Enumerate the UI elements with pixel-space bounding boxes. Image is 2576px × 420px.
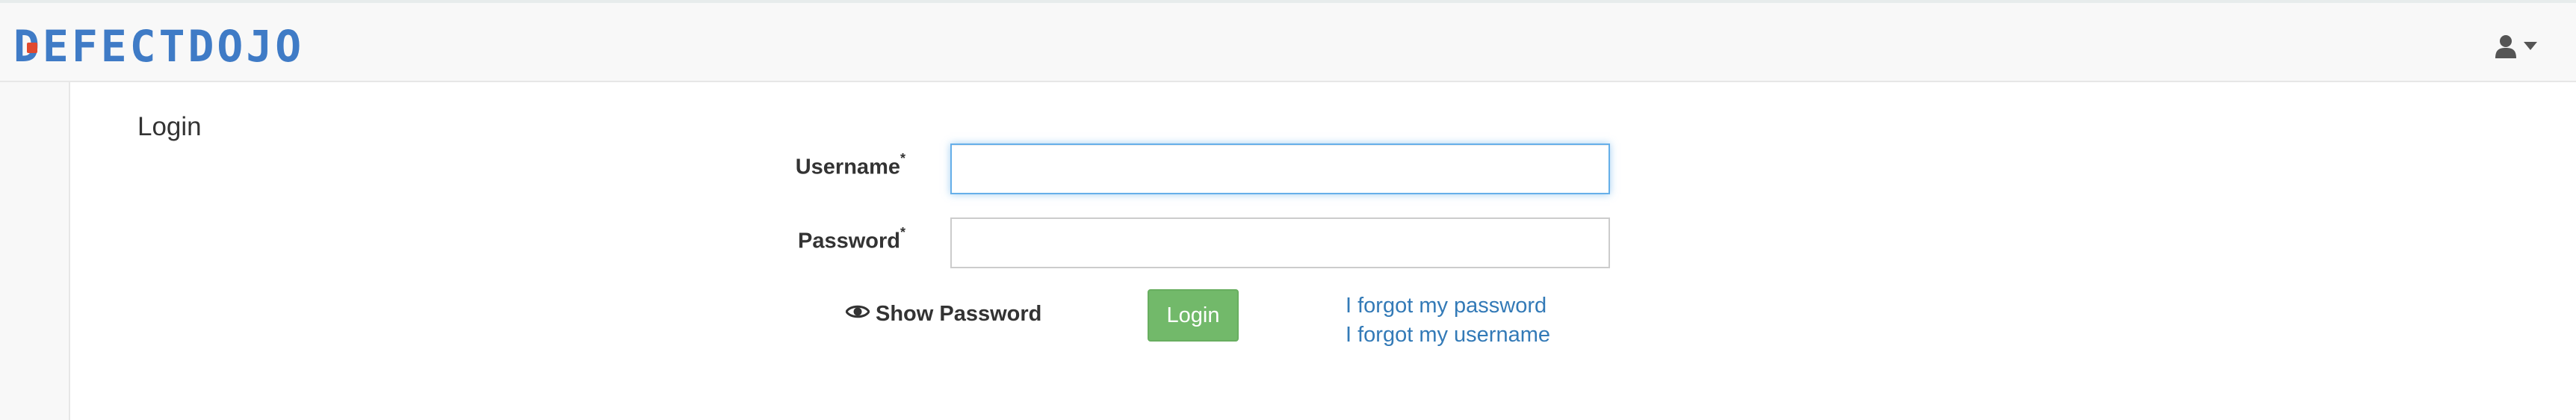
- logo-text: DEFECTDOJO: [13, 21, 305, 72]
- password-label: Password*: [747, 225, 905, 254]
- username-label: Username*: [747, 151, 905, 180]
- caret-down-icon: [2524, 42, 2537, 51]
- username-required-mark: *: [900, 151, 905, 166]
- user-menu-dropdown[interactable]: [2495, 33, 2537, 60]
- password-required-mark: *: [900, 225, 905, 240]
- username-label-text: Username: [795, 155, 900, 179]
- top-navbar: DEFECTDOJO: [0, 0, 2576, 82]
- sidebar: [0, 82, 70, 420]
- eye-icon: [845, 302, 870, 327]
- forgot-password-link[interactable]: I forgot my password: [1346, 294, 1546, 318]
- page-title: Login: [137, 112, 202, 141]
- password-input[interactable]: [950, 217, 1610, 268]
- user-icon: [2495, 34, 2516, 58]
- show-password-label: Show Password: [876, 301, 1042, 326]
- forgot-username-link[interactable]: I forgot my username: [1346, 323, 1550, 348]
- login-button[interactable]: Login: [1148, 289, 1239, 342]
- password-label-text: Password: [797, 229, 900, 253]
- username-input[interactable]: [950, 143, 1610, 194]
- logo-accent-square: [27, 43, 37, 53]
- defectdojo-logo[interactable]: DEFECTDOJO: [13, 21, 304, 72]
- show-password-toggle[interactable]: Show Password: [845, 299, 1042, 329]
